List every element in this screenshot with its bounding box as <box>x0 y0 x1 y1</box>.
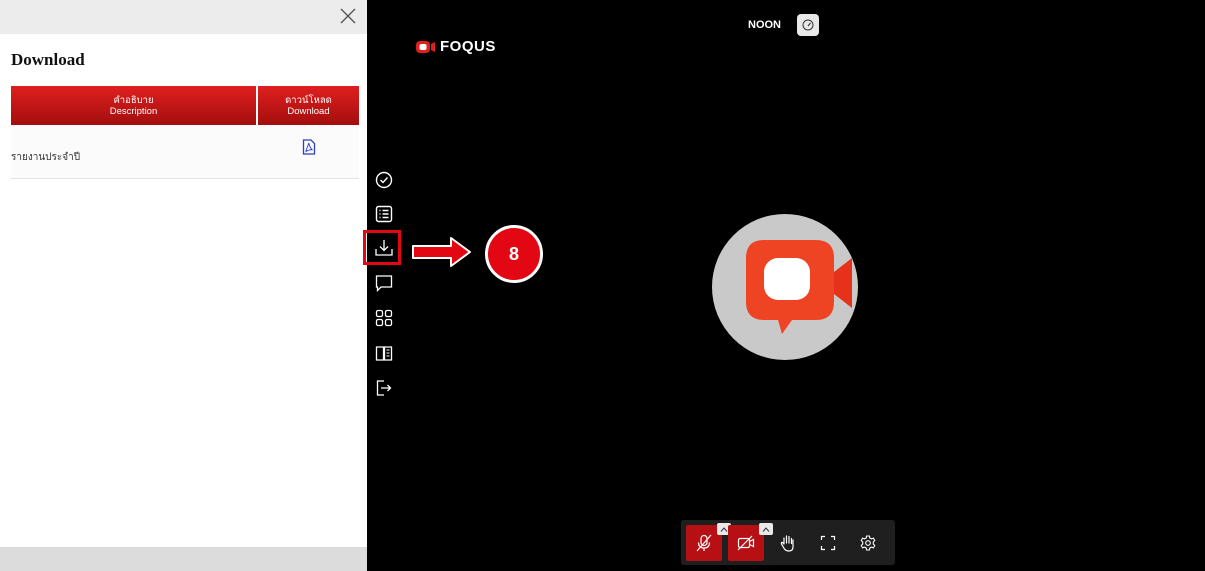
check-circle-icon <box>375 171 393 189</box>
row-description: รายงานประจำปี <box>11 125 258 179</box>
panel-footer-bar <box>0 547 367 571</box>
pdf-icon[interactable] <box>302 139 316 155</box>
table-row: รายงานประจำปี <box>11 125 359 179</box>
connection-speed-button[interactable] <box>797 14 819 36</box>
tool-list[interactable] <box>373 203 395 225</box>
mic-off-icon <box>696 534 712 552</box>
camera-off-icon <box>737 535 755 551</box>
tool-check[interactable] <box>373 169 395 191</box>
raise-hand-button[interactable] <box>770 525 806 561</box>
download-table: คำอธิบาย Description ดาวน์โหลด Download … <box>11 86 359 179</box>
panel-title: Download <box>11 50 85 69</box>
fullscreen-icon <box>820 535 836 551</box>
download-tool-highlight <box>363 230 401 265</box>
header-english-label: Description <box>109 105 158 117</box>
settings-icon <box>860 535 876 551</box>
fullscreen-button[interactable] <box>810 525 846 561</box>
settings-button[interactable] <box>850 525 886 561</box>
camera-logo-icon <box>746 240 852 334</box>
logo-text: FOQUS <box>440 38 496 55</box>
camera-toggle-button[interactable] <box>728 523 773 561</box>
row-download-cell <box>258 125 359 179</box>
tool-grid[interactable] <box>373 307 395 329</box>
media-controls-bar <box>681 520 895 565</box>
tool-book[interactable] <box>373 342 395 364</box>
speedometer-icon <box>802 19 814 31</box>
close-icon[interactable] <box>339 7 357 25</box>
brand-logo: FOQUS <box>416 38 496 55</box>
book-icon <box>375 346 393 361</box>
meeting-stage: FOQUS NOON <box>367 0 1205 571</box>
mic-toggle-button[interactable] <box>686 523 731 561</box>
logo-camera-icon <box>416 40 435 53</box>
column-header-description: คำอธิบาย Description <box>11 86 258 125</box>
user-name: NOON <box>748 19 781 31</box>
chat-icon <box>375 275 393 292</box>
chevron-up-icon <box>762 526 770 532</box>
participant-avatar <box>712 214 858 360</box>
exit-icon <box>376 380 392 396</box>
column-header-download: ดาวน์โหลด Download <box>258 86 359 125</box>
tool-chat[interactable] <box>373 272 395 294</box>
tool-exit[interactable] <box>373 377 395 399</box>
annotation-arrow-icon <box>412 237 471 267</box>
raise-hand-icon <box>780 535 794 552</box>
chevron-up-icon <box>720 526 728 532</box>
table-header-row: คำอธิบาย Description ดาวน์โหลด Download <box>11 86 359 125</box>
grid-icon <box>375 309 393 327</box>
header-english-label: Download <box>287 105 330 117</box>
panel-header-bar <box>0 0 367 34</box>
download-panel: Download คำอธิบาย Description ดาวน์โหลด … <box>0 0 367 571</box>
header-thai-label: คำอธิบาย <box>113 94 154 106</box>
annotation-step-badge: 8 <box>485 225 543 283</box>
header-thai-label: ดาวน์โหลด <box>285 94 332 106</box>
list-icon <box>375 205 393 223</box>
